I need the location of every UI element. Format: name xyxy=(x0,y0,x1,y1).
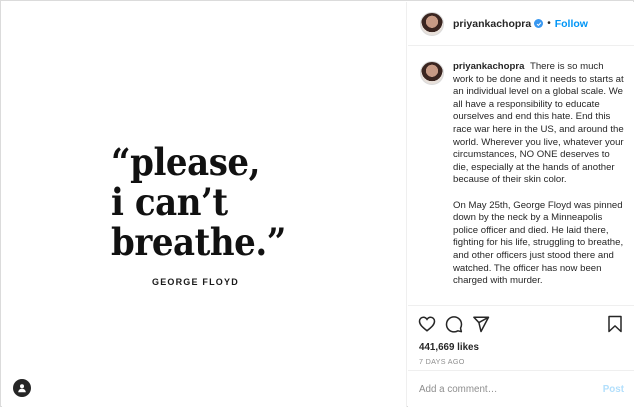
caption-username[interactable]: priyankachopra xyxy=(453,61,524,72)
verified-badge-icon xyxy=(534,19,544,28)
follow-button[interactable]: Follow xyxy=(555,18,588,30)
avatar[interactable] xyxy=(420,11,444,36)
comment-icon[interactable] xyxy=(445,315,463,333)
likes-count[interactable]: 441,669 likes xyxy=(419,342,479,353)
quote-text: “please, i can’t breathe.” xyxy=(111,142,301,262)
quote-author: GEORGE FLOYD xyxy=(152,277,239,287)
actions-section: 441,669 likes 7 DAYS AGO xyxy=(408,305,634,366)
heart-icon[interactable] xyxy=(418,315,436,333)
quote-line-2: i can’t xyxy=(111,180,228,224)
caption-body: There is so much work to be done and it … xyxy=(453,61,624,186)
person-icon xyxy=(18,384,26,393)
post-button[interactable]: Post xyxy=(603,384,624,395)
post-timestamp[interactable]: 7 DAYS AGO xyxy=(419,357,465,366)
header-username[interactable]: priyankachopra xyxy=(453,18,531,30)
caption-paragraph: On May 25th, George Floyd was pinned dow… xyxy=(453,199,624,287)
caption-area: priyankachopra There is so much work to … xyxy=(408,47,634,305)
tagged-users-button[interactable] xyxy=(13,379,31,397)
comment-input[interactable] xyxy=(419,383,603,395)
post-sidebar: priyankachopra • Follow priyankachopra T… xyxy=(408,2,634,407)
share-icon[interactable] xyxy=(472,315,490,333)
bookmark-icon[interactable] xyxy=(606,315,624,333)
quote-line-1: “please, xyxy=(111,140,261,184)
post-header: priyankachopra • Follow xyxy=(408,2,634,46)
post-frame: “please, i can’t breathe.” GEORGE FLOYD … xyxy=(0,0,634,407)
quote-line-3: breathe.” xyxy=(111,220,286,264)
post-image[interactable]: “please, i can’t breathe.” GEORGE FLOYD xyxy=(2,2,407,407)
action-bar xyxy=(408,306,634,340)
caption-text: priyankachopra There is so much work to … xyxy=(453,61,624,305)
separator-dot: • xyxy=(547,18,551,29)
caption-paragraph: priyankachopra There is so much work to … xyxy=(453,61,624,187)
avatar[interactable] xyxy=(420,61,444,85)
add-comment-bar: Post xyxy=(408,370,634,407)
